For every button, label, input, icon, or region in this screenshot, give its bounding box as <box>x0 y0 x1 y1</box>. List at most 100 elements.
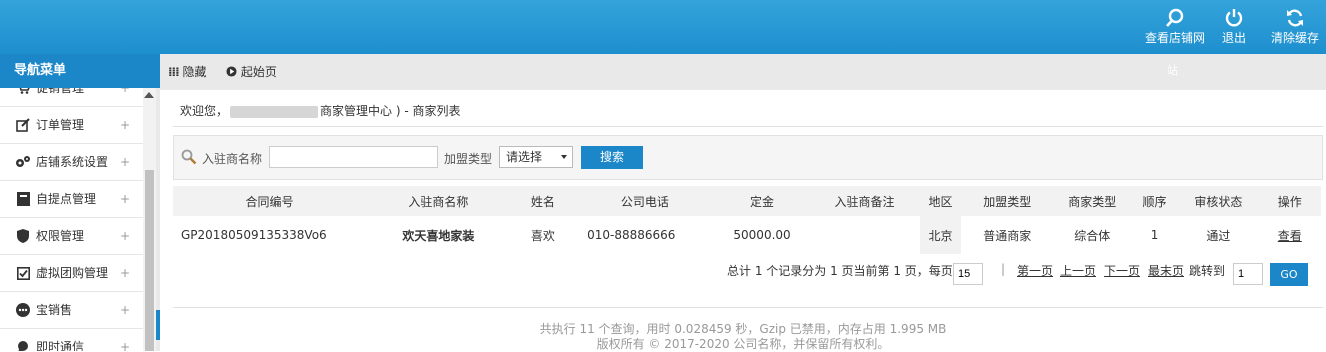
pagination-separator: | <box>1001 262 1006 276</box>
franchise-type-select[interactable]: 请选择 <box>499 146 573 168</box>
cell-merchant-remark <box>809 216 920 254</box>
sidebar-scroll-thumb[interactable] <box>145 170 154 351</box>
bars-icon: ⁞⁞⁞ <box>168 65 180 79</box>
table-row: GP20180509135338Vo6 欢天喜地家装 喜欢 010-888866… <box>173 216 1321 254</box>
col-deposit: 定金 <box>714 186 810 216</box>
search-icon <box>1166 8 1184 27</box>
logout-button[interactable]: 退出 <box>1199 8 1269 46</box>
search-bar: 入驻商名称 加盟类型 请选择 搜索 <box>173 135 1323 180</box>
cell-actions: 查看 <box>1259 216 1321 254</box>
search-icon <box>181 149 197 165</box>
divider-line <box>173 126 1323 127</box>
sidebar-item-virtual-group-buy[interactable]: 虚拟团购管理 + <box>0 255 156 292</box>
edit-icon <box>14 107 32 143</box>
redacted-username <box>230 105 319 118</box>
dropdown-arrow-icon <box>561 155 567 159</box>
expand-icon[interactable]: + <box>120 88 130 106</box>
tab-home[interactable]: 起始页 <box>226 54 277 90</box>
sidebar-item-label: 店铺系统设置 <box>36 155 109 169</box>
sidebar-item-label: 虚拟团购管理 <box>36 266 109 280</box>
top-bar: 查看店铺网 退出 清除缓存 <box>0 0 1326 54</box>
hide-menu-button[interactable]: ⁞⁞⁞ 隐藏 <box>168 54 207 90</box>
sidebar-item-label: 即时通信 <box>36 340 85 351</box>
sidebar-item-label: 宝销售 <box>36 303 73 317</box>
tab-bar: ⁞⁞⁞ 隐藏 起始页 <box>160 54 1326 91</box>
table-header-row: 合同编号 入驻商名称 姓名 公司电话 定金 入驻商备注 地区 加盟类型 商家类型… <box>173 186 1321 216</box>
view-shop-label-overflow: 站 <box>1167 64 1178 77</box>
book-icon <box>14 181 32 217</box>
merchant-name-input[interactable] <box>269 146 438 168</box>
col-order: 顺序 <box>1130 186 1179 216</box>
view-link[interactable]: 查看 <box>1278 229 1302 243</box>
franchise-type-selected: 请选择 <box>506 150 543 164</box>
col-contract-no: 合同编号 <box>173 186 366 216</box>
cell-merchant-name: 欢天喜地家装 <box>402 228 475 243</box>
jump-page-input[interactable] <box>1233 263 1263 285</box>
expand-icon[interactable]: + <box>120 218 130 254</box>
next-page-link[interactable]: 下一页 <box>1104 262 1140 279</box>
expand-icon[interactable]: + <box>120 107 130 143</box>
gears-icon <box>14 144 32 180</box>
breadcrumb: 欢迎您， 商家管理中心 ) - 商家列表 <box>180 102 460 119</box>
col-company-phone: 公司电话 <box>575 186 715 216</box>
play-circle-icon <box>226 66 237 77</box>
merchant-name-label: 入驻商名称 <box>202 152 263 166</box>
chat-icon <box>14 329 32 351</box>
col-merchant-name: 入驻商名称 <box>366 186 511 216</box>
footer-copyright: 版权所有 © 2017-2020 公司名称，并保留所有权利。 <box>596 337 890 351</box>
cell-order: 1 <box>1150 228 1159 242</box>
sidebar-item-orders[interactable]: 订单管理 + <box>0 107 156 144</box>
cell-contract-no: GP20180509135338Vo6 <box>181 228 327 242</box>
power-icon <box>1225 9 1243 27</box>
sidebar-item-shop-settings[interactable]: 店铺系统设置 + <box>0 144 156 181</box>
col-contact-name: 姓名 <box>510 186 576 216</box>
expand-icon[interactable]: + <box>120 144 130 180</box>
sidebar-item-label: 自提点管理 <box>36 192 97 206</box>
search-button[interactable]: 搜索 <box>581 146 643 169</box>
clear-cache-button[interactable]: 清除缓存 <box>1260 8 1326 46</box>
jump-to-label: 跳转到 <box>1189 264 1226 278</box>
clear-cache-label: 清除缓存 <box>1270 31 1319 45</box>
cell-franchise-type: 普通商家 <box>983 228 1032 243</box>
cell-merchant-type: 综合体 <box>1074 228 1111 243</box>
tab-home-label: 起始页 <box>240 65 277 79</box>
cell-contact-name: 喜欢 <box>530 228 555 243</box>
expand-icon[interactable]: + <box>120 292 130 328</box>
refresh-icon <box>1287 9 1303 27</box>
merchant-table: 合同编号 入驻商名称 姓名 公司电话 定金 入驻商备注 地区 加盟类型 商家类型… <box>173 186 1321 254</box>
ellipsis-icon <box>14 292 32 328</box>
per-page-input[interactable] <box>953 263 983 285</box>
col-merchant-remark: 入驻商备注 <box>809 186 920 216</box>
nav-menu-title-text: 导航菜单 <box>14 63 67 78</box>
sidebar-item-permissions[interactable]: 权限管理 + <box>0 218 156 255</box>
cell-region: 北京 <box>919 216 962 254</box>
view-shop-label: 查看店铺网 <box>1144 31 1205 45</box>
prev-page-link[interactable]: 上一页 <box>1060 262 1096 279</box>
main-content: 欢迎您， 商家管理中心 ) - 商家列表 入驻商名称 加盟类型 请选择 搜索 合同… <box>160 90 1326 351</box>
sidebar-item-label: 权限管理 <box>36 229 85 243</box>
col-region: 地区 <box>919 186 962 216</box>
go-button[interactable]: GO <box>1270 263 1308 286</box>
cell-deposit: 50000.00 <box>733 228 791 242</box>
expand-icon[interactable]: + <box>120 329 130 351</box>
sidebar-item-instant-messaging[interactable]: 即时通信 + <box>0 329 156 351</box>
expand-icon[interactable]: + <box>120 181 130 217</box>
sidebar: 促销管理 + 订单管理 + 店铺系统设置 + 自提点管理 + 权限管理 + 虚拟… <box>0 88 156 351</box>
first-page-link[interactable]: 第一页 <box>1017 262 1053 279</box>
divider-line <box>173 307 1323 308</box>
pagination-summary: 总计 1 个记录分为 1 页当前第 1 页，每页 <box>727 264 953 278</box>
cell-company-phone: 010-88886666 <box>587 228 676 242</box>
sidebar-item-sales[interactable]: 宝销售 + <box>0 292 156 329</box>
shield-icon <box>14 218 32 254</box>
nav-menu-title: 导航菜单 <box>0 54 160 88</box>
sidebar-item-pickup-points[interactable]: 自提点管理 + <box>0 181 156 218</box>
sidebar-item-promotion[interactable]: 促销管理 + <box>0 88 156 107</box>
expand-icon[interactable]: + <box>120 255 130 291</box>
col-franchise-type: 加盟类型 <box>961 186 1054 216</box>
scroll-up-arrow-icon[interactable] <box>144 92 154 98</box>
breadcrumb-suffix: 商家管理中心 ) - 商家列表 <box>320 104 461 118</box>
col-actions: 操作 <box>1258 186 1321 216</box>
col-merchant-type: 商家类型 <box>1053 186 1131 216</box>
last-page-link[interactable]: 最末页 <box>1148 262 1184 279</box>
col-review-status: 审核状态 <box>1178 186 1259 216</box>
